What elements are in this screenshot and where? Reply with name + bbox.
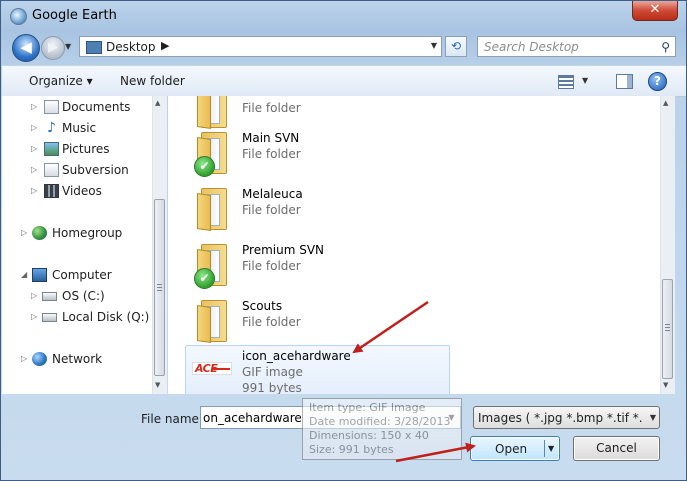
annotation-overlay [352,300,476,463]
annotation-arrow-open [395,442,476,463]
annotation-arrow-file [352,300,429,354]
